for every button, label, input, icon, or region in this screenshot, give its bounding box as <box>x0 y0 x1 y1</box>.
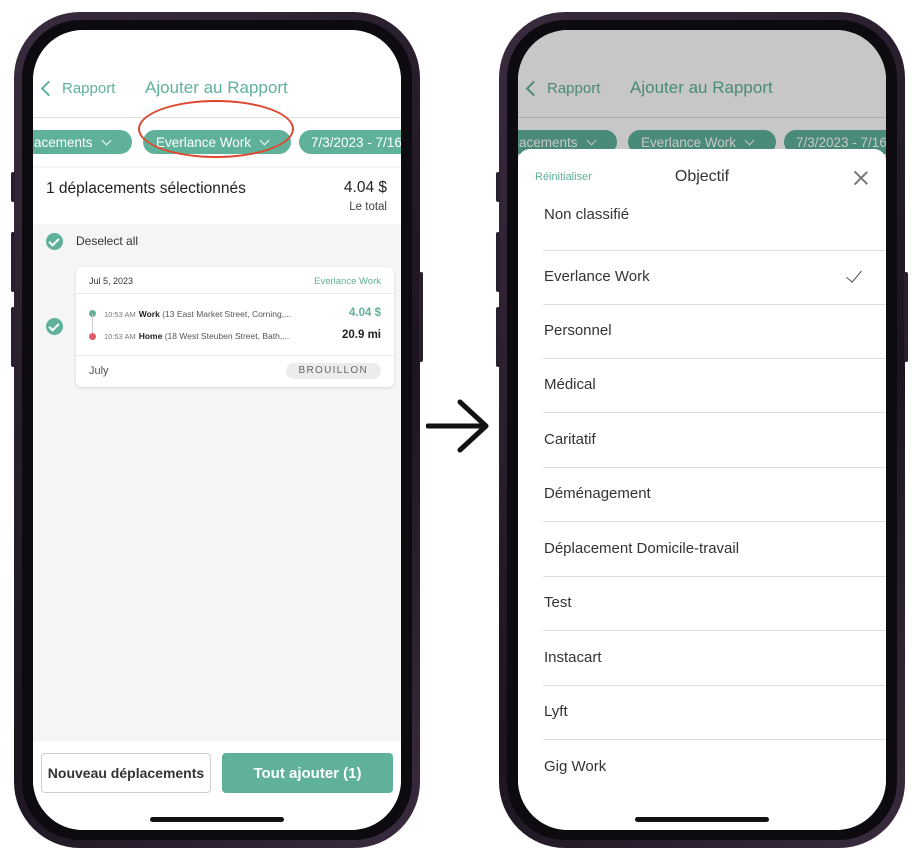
option-caritatif[interactable]: Caritatif <box>543 413 886 468</box>
option-label: Médical <box>544 376 596 393</box>
option-demenagement[interactable]: Déménagement <box>543 467 886 522</box>
end-time: 10:53 AM <box>104 332 136 341</box>
trip-checkbox[interactable] <box>46 318 63 335</box>
option-label: Personnel <box>544 322 612 339</box>
volume-up-button <box>11 232 15 292</box>
filter-pill-label: lacements <box>33 134 93 150</box>
deselect-all-label[interactable]: Deselect all <box>76 234 138 248</box>
route-line <box>92 314 93 333</box>
home-indicator <box>635 817 769 822</box>
option-label: Instacart <box>544 649 602 666</box>
filter-pill-type[interactable]: lacements <box>33 130 132 154</box>
trip-date: Jul 5, 2023 <box>89 276 134 286</box>
option-instacart[interactable]: Instacart <box>543 631 886 686</box>
trip-month: July <box>89 365 109 377</box>
option-medical[interactable]: Médical <box>543 358 886 413</box>
chevron-left-icon <box>40 80 57 97</box>
highlight-circle <box>138 100 294 158</box>
close-icon[interactable] <box>854 171 868 185</box>
total-amount: 4.04 $ <box>343 179 387 196</box>
divider <box>76 293 394 294</box>
filter-pill-date-range[interactable]: 7/3/2023 - 7/16 <box>299 130 401 154</box>
start-time: 10:53 AM <box>104 310 136 319</box>
add-to-report-screen: Rapport Ajouter au Rapport lacements Eve… <box>33 30 401 830</box>
total-caption: Le total <box>349 201 387 213</box>
trip-card[interactable]: Jul 5, 2023 Everlance Work 10:53 AM Work … <box>76 267 394 387</box>
start-address: (13 East Market Street, Corning,... <box>162 309 292 319</box>
option-label: Everlance Work <box>544 268 650 285</box>
phone-frame-left: Rapport Ajouter au Rapport lacements Eve… <box>11 12 423 848</box>
volume-down-button <box>496 307 500 367</box>
trip-purpose: Everlance Work <box>314 276 381 287</box>
option-non-classifie[interactable]: Non classifié <box>543 196 886 251</box>
page-title: Ajouter au Rapport <box>145 78 288 97</box>
option-personnel[interactable]: Personnel <box>543 304 886 359</box>
deselect-all-checkbox[interactable] <box>46 233 63 250</box>
volume-up-button <box>496 232 500 292</box>
selected-count: 1 déplacements sélectionnés <box>46 180 246 197</box>
option-label: Lyft <box>544 703 568 720</box>
purpose-picker-screen: Rapport Ajouter au Rapport lacements Eve… <box>518 30 886 830</box>
trip-start-row: 10:53 AM Work (13 East Market Street, Cor… <box>104 309 291 319</box>
option-label: Non classifié <box>544 206 630 223</box>
option-label: Test <box>544 594 572 611</box>
trip-end-row: 10:53 AM Home (18 West Steuben Street, Ba… <box>104 331 289 341</box>
end-name: Home <box>138 331 163 341</box>
option-label: Déménagement <box>544 485 651 502</box>
silent-switch <box>496 172 500 202</box>
option-gig-work[interactable]: Gig Work <box>543 740 886 794</box>
option-everlance-work[interactable]: Everlance Work <box>543 250 886 305</box>
phone-frame-right: Rapport Ajouter au Rapport lacements Eve… <box>496 12 908 848</box>
new-trip-button[interactable]: Nouveau déplacements <box>41 753 211 793</box>
silent-switch <box>11 172 15 202</box>
checkmark-icon <box>846 266 862 283</box>
sheet-title: Objectif <box>674 168 730 185</box>
option-commute[interactable]: Déplacement Domicile-travail <box>543 522 886 577</box>
end-address: (18 West Steuben Street, Bath,... <box>164 331 290 341</box>
option-label: Caritatif <box>544 431 596 448</box>
power-button <box>419 272 423 362</box>
trip-value: 4.04 $ <box>349 307 381 319</box>
back-button[interactable]: Rapport <box>40 80 116 97</box>
end-point-icon <box>89 333 96 340</box>
chevron-down-icon <box>101 135 111 145</box>
option-label: Déplacement Domicile-travail <box>544 540 740 557</box>
option-lyft[interactable]: Lyft <box>543 685 886 740</box>
option-label: Gig Work <box>544 758 607 775</box>
arrow-right-icon <box>426 399 489 453</box>
filter-pill-label: 7/3/2023 - 7/16 <box>311 134 401 150</box>
purpose-sheet: Réinitialiser Objectif Non classifié Eve… <box>518 149 886 830</box>
power-button <box>904 272 908 362</box>
home-indicator <box>150 817 284 822</box>
selection-summary: 1 déplacements sélectionnés 4.04 $ Le to… <box>33 168 401 224</box>
divider <box>76 355 394 356</box>
status-badge: BROUILLON <box>285 363 381 379</box>
trip-distance: 20.9 mi <box>342 329 381 341</box>
volume-down-button <box>11 307 15 367</box>
start-name: Work <box>138 309 160 319</box>
add-all-button[interactable]: Tout ajouter (1) <box>222 753 393 793</box>
back-label: Rapport <box>62 80 116 97</box>
option-test[interactable]: Test <box>543 576 886 631</box>
